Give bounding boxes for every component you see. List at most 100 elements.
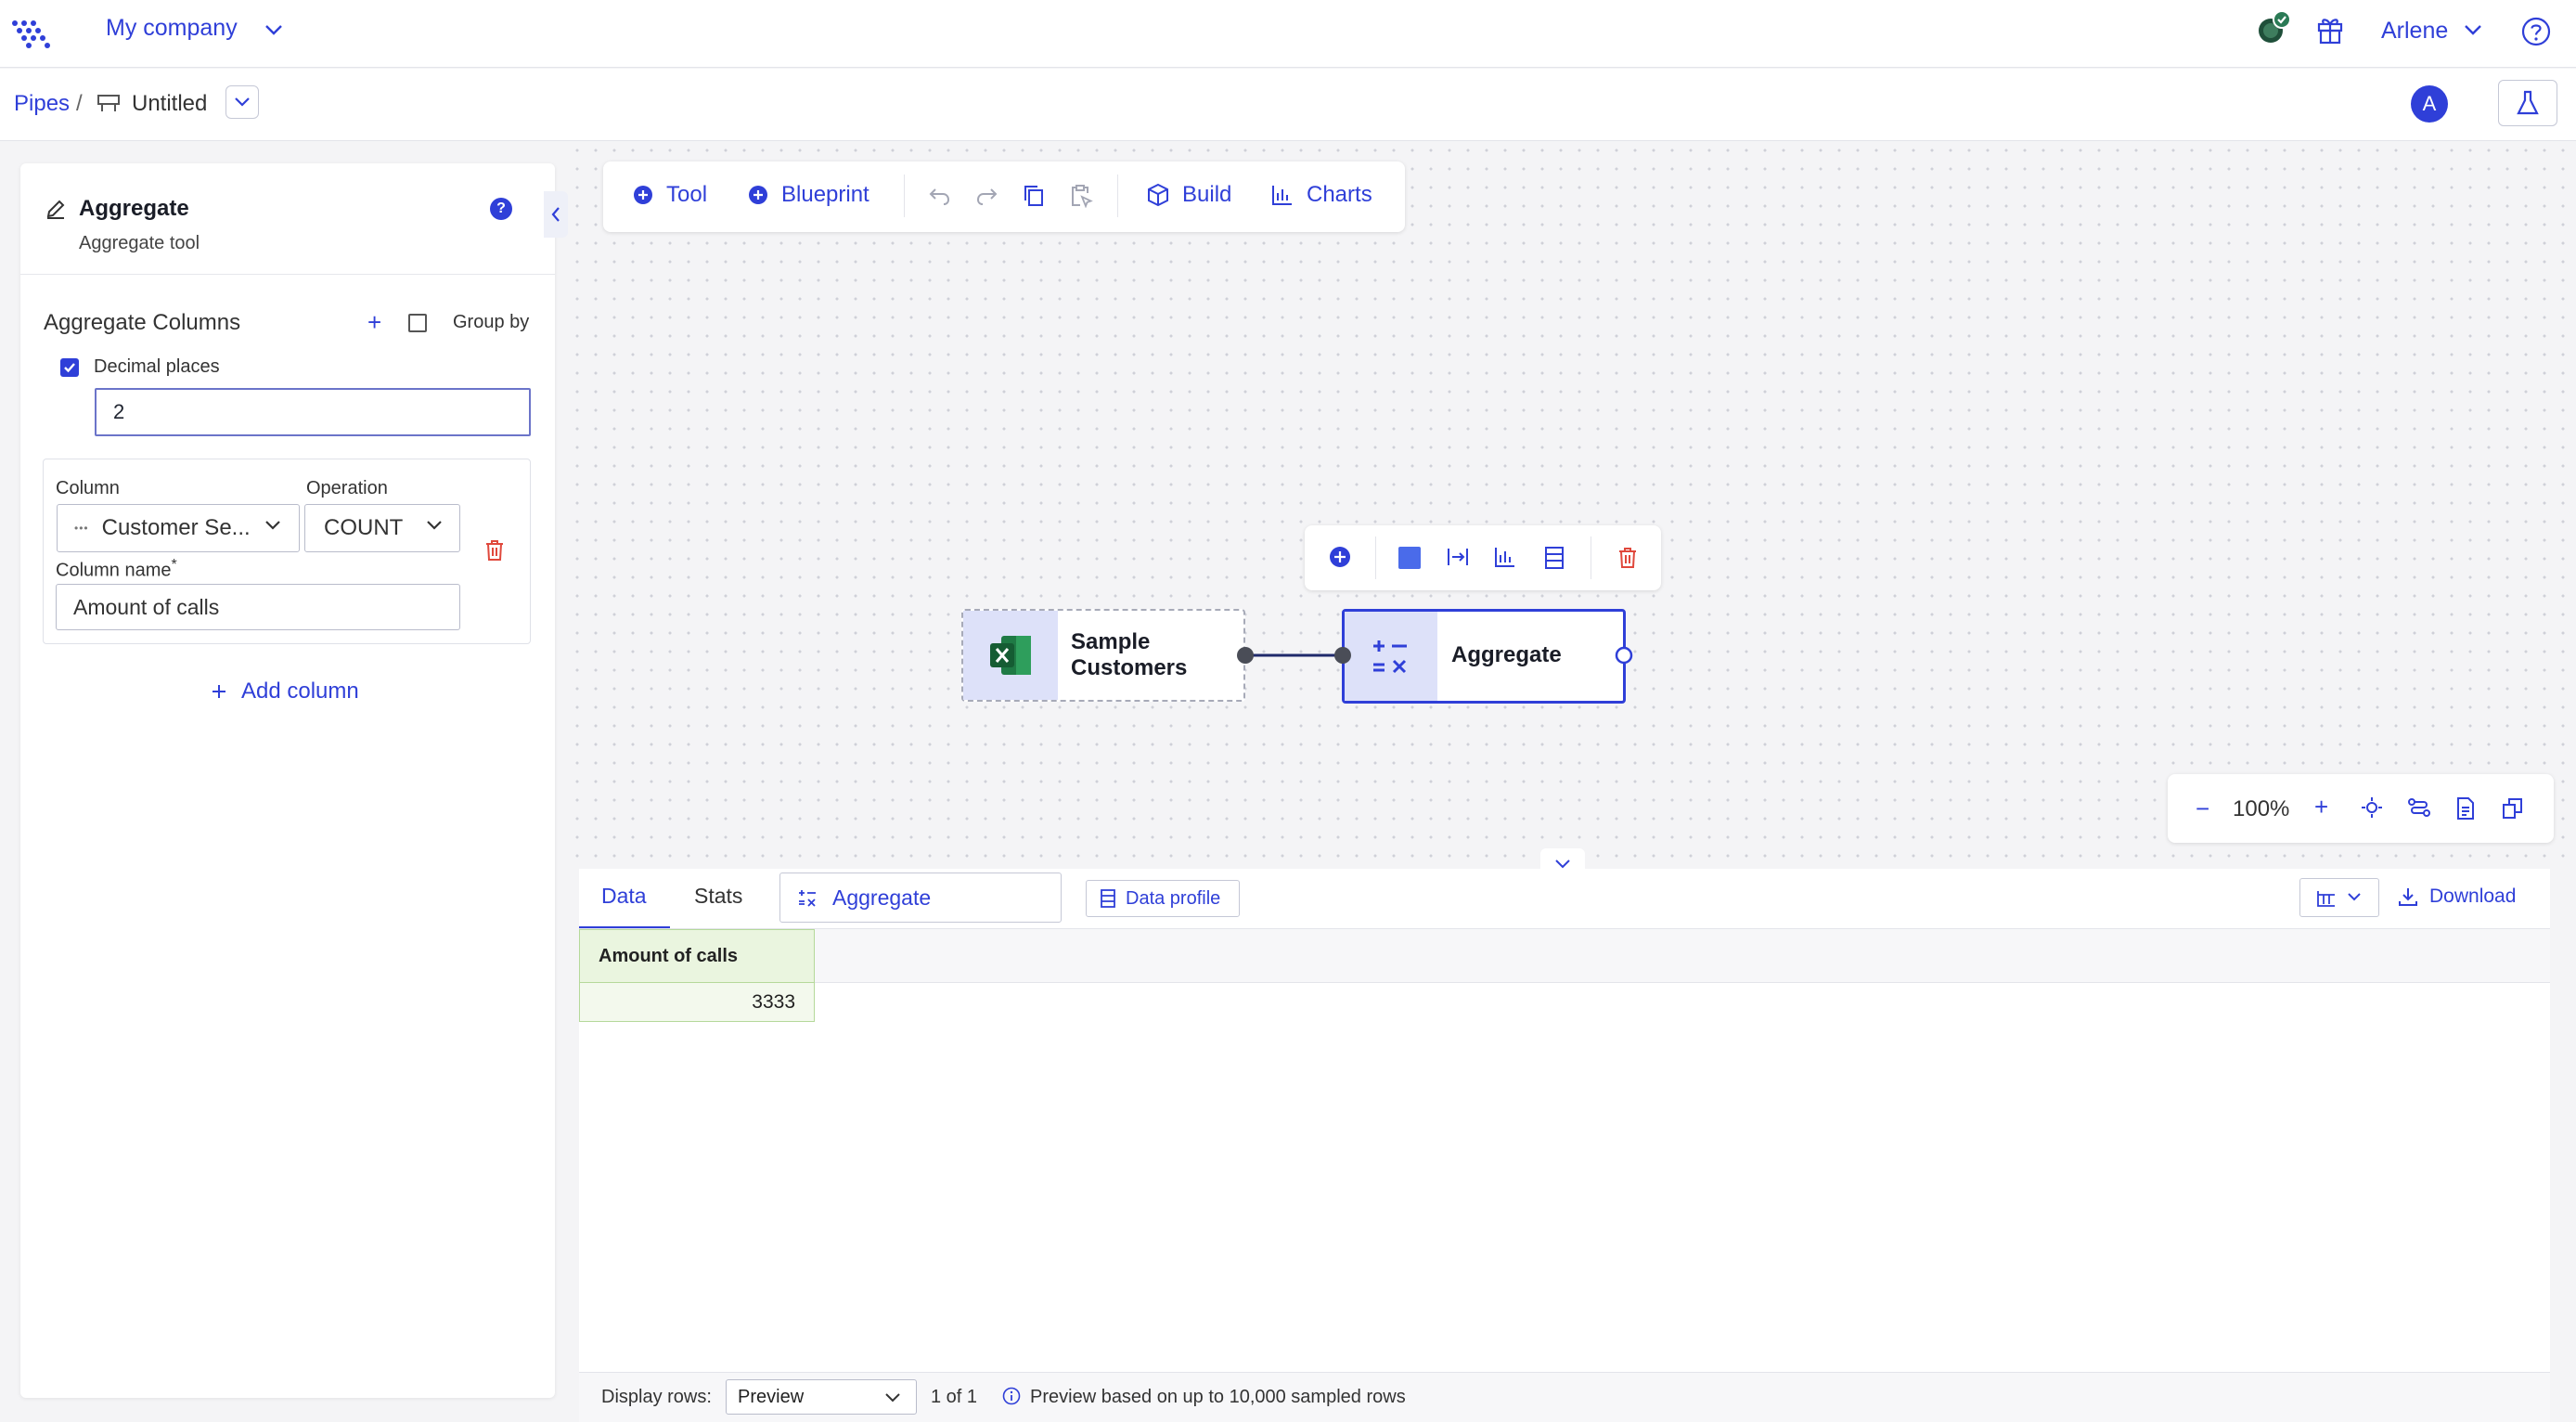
input-port[interactable]	[1333, 645, 1353, 666]
bar-chart-icon	[1272, 186, 1292, 205]
excel-icon	[963, 611, 1058, 700]
preview-note: Preview based on up to 10,000 sampled ro…	[1030, 1387, 1406, 1407]
build-label: Build	[1182, 182, 1232, 207]
chevron-down-icon	[2348, 893, 2361, 901]
add-node-icon[interactable]	[1329, 546, 1351, 568]
help-icon[interactable]	[2520, 16, 2552, 47]
node-label: Aggregate	[1451, 642, 1562, 667]
decimal-places-label: Decimal places	[94, 356, 220, 377]
app-logo-icon[interactable]	[9, 16, 54, 53]
output-port[interactable]	[1235, 645, 1256, 666]
copy-icon[interactable]	[2502, 796, 2524, 821]
node-color-icon[interactable]	[1397, 546, 1422, 570]
table-header-row	[579, 929, 2550, 983]
column-label: Column	[56, 478, 120, 498]
table-icon	[1101, 889, 1115, 908]
trash-icon	[486, 540, 503, 561]
help-icon[interactable]: ?	[490, 198, 512, 220]
node-label-line: Customers	[1071, 655, 1188, 680]
trash-icon[interactable]	[1616, 546, 1639, 570]
status-check-icon[interactable]	[2253, 9, 2292, 48]
node-label: Sample Customers	[1071, 629, 1187, 681]
aggregate-icon	[799, 890, 816, 907]
user-menu[interactable]: Arlene	[2381, 18, 2448, 45]
connect-icon[interactable]	[1446, 546, 1470, 568]
fit-view-icon[interactable]	[2361, 796, 2383, 819]
download-button[interactable]: Download	[2398, 886, 2516, 908]
chevron-down-icon[interactable]	[2463, 23, 2483, 36]
chevron-down-icon[interactable]	[883, 1392, 902, 1403]
chevron-down-icon[interactable]	[264, 520, 282, 531]
lab-button[interactable]	[2498, 80, 2557, 126]
chevron-down-icon	[235, 97, 250, 107]
tool-output-label: Aggregate	[832, 885, 932, 910]
tab-data[interactable]: Data	[601, 884, 647, 909]
text-type-icon: •••	[74, 522, 89, 535]
panel-title: Aggregate	[79, 196, 189, 221]
delete-column-button[interactable]	[483, 538, 506, 562]
add-tool-button[interactable]: Tool	[633, 182, 707, 208]
document-icon[interactable]	[2455, 796, 2476, 821]
charts-button[interactable]: Charts	[1271, 182, 1372, 208]
node-label-line: Sample	[1071, 629, 1151, 654]
tool-config-panel	[20, 163, 555, 1398]
pipe-canvas[interactable]	[568, 141, 2576, 870]
tool-label: Tool	[666, 182, 708, 207]
add-aggregate-column-button[interactable]: +	[367, 308, 381, 337]
panel-subtitle: Aggregate tool	[79, 233, 200, 253]
build-button[interactable]: Build	[1147, 182, 1231, 208]
tool-output-select[interactable]: Aggregate	[779, 873, 1062, 923]
page-info: 1 of 1	[931, 1387, 978, 1407]
company-switcher[interactable]: My company	[106, 15, 238, 42]
table-cell[interactable]: 3333	[579, 983, 815, 1022]
decimal-places-checkbox[interactable]	[60, 358, 79, 377]
pipe-icon	[97, 92, 121, 114]
chevron-down-icon[interactable]	[425, 520, 444, 531]
column-name-input[interactable]: Amount of calls	[56, 584, 460, 630]
tab-stats[interactable]: Stats	[694, 884, 742, 909]
download-icon	[2399, 888, 2417, 906]
output-port[interactable]	[1615, 646, 1633, 665]
flask-icon	[2517, 90, 2539, 115]
column-header[interactable]: Amount of calls	[579, 929, 815, 983]
pipe-menu-button[interactable]	[225, 85, 259, 119]
table-icon[interactable]	[1544, 546, 1565, 570]
copy-icon[interactable]	[1023, 184, 1045, 208]
edit-icon[interactable]	[45, 198, 67, 220]
decimal-places-input[interactable]: 2	[95, 388, 531, 436]
blueprint-label: Blueprint	[781, 182, 869, 207]
node-toolbar	[1305, 525, 1661, 590]
columns-icon	[2317, 891, 2335, 907]
collapse-panel-button[interactable]	[544, 191, 568, 238]
zoom-in-button[interactable]: +	[2314, 793, 2328, 821]
operation-select-value: COUNT	[324, 515, 404, 540]
divider	[1117, 175, 1118, 217]
chevron-left-icon	[551, 207, 560, 222]
bar-chart-icon[interactable]	[1494, 546, 1516, 568]
paste-icon[interactable]	[1069, 184, 1093, 208]
add-column-button[interactable]: Add column	[212, 679, 359, 705]
gift-icon[interactable]	[2316, 15, 2344, 45]
chevron-down-icon[interactable]	[264, 23, 284, 36]
auto-layout-icon[interactable]	[2407, 796, 2431, 819]
data-profile-button[interactable]: Data profile	[1086, 880, 1240, 917]
column-name-label: Column name*	[56, 557, 177, 581]
breadcrumb-bar	[0, 69, 2576, 141]
zoom-out-button[interactable]: −	[2196, 795, 2209, 823]
group-by-label: Group by	[453, 312, 530, 332]
add-blueprint-button[interactable]: Blueprint	[748, 182, 869, 208]
aggregate-columns-label: Aggregate Columns	[44, 310, 241, 335]
zoom-level: 100%	[2233, 796, 2290, 821]
column-view-select[interactable]	[2299, 878, 2379, 917]
cube-icon	[1148, 183, 1168, 207]
info-icon	[1002, 1387, 1021, 1405]
group-by-checkbox[interactable]	[408, 314, 427, 332]
breadcrumb-separator: /	[76, 91, 83, 116]
redo-icon[interactable]	[974, 184, 998, 206]
breadcrumb-pipes-link[interactable]: Pipes	[14, 91, 70, 117]
avatar[interactable]: A	[2411, 85, 2448, 123]
undo-icon[interactable]	[928, 184, 952, 206]
divider	[1375, 536, 1376, 579]
charts-label: Charts	[1307, 182, 1372, 207]
pipe-title[interactable]: Untitled	[132, 91, 207, 117]
